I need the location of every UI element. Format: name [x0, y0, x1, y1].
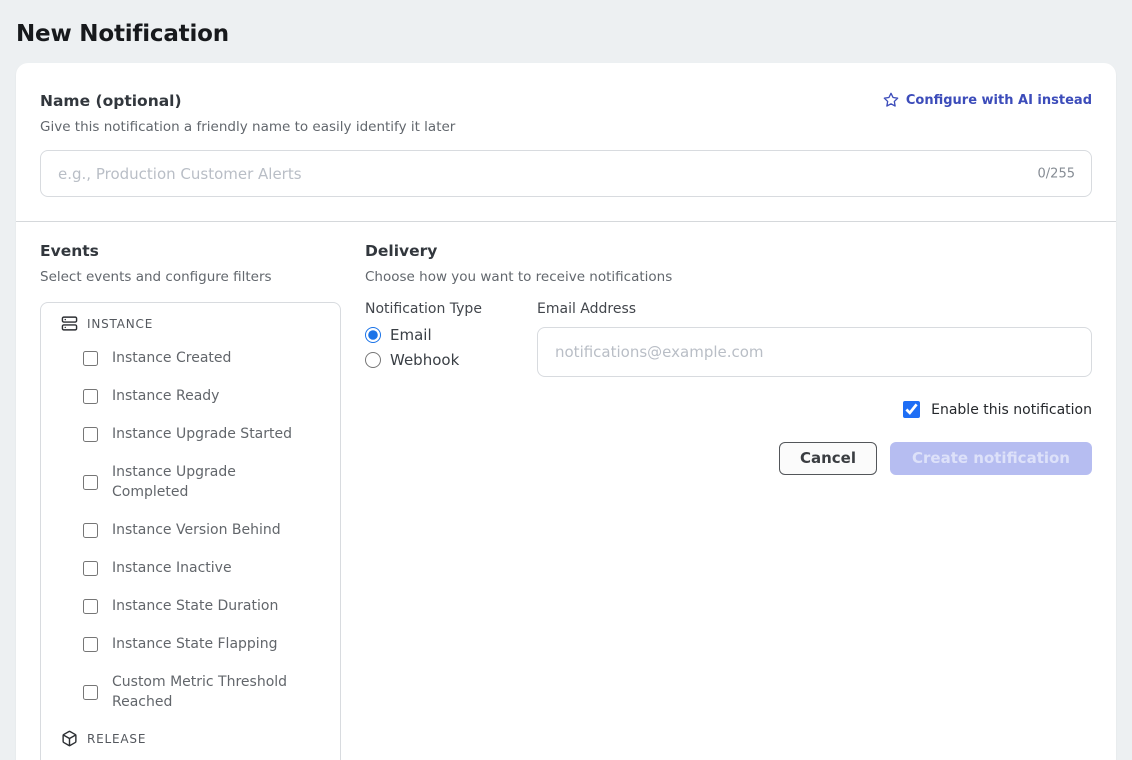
event-checkbox[interactable] [83, 351, 98, 366]
email-input[interactable] [537, 327, 1092, 377]
event-item-instance-version-behind[interactable]: Instance Version Behind [83, 520, 324, 540]
radio-option-webhook[interactable]: Webhook [365, 351, 513, 369]
name-section: Name (optional) Configure with AI instea… [16, 63, 1116, 221]
event-label: Instance Version Behind [112, 520, 281, 540]
create-notification-button[interactable]: Create notification [890, 442, 1092, 475]
event-label: Custom Metric Threshold Reached [112, 672, 297, 712]
notification-form-card: Name (optional) Configure with AI instea… [16, 63, 1116, 760]
event-item-instance-inactive[interactable]: Instance Inactive [83, 558, 324, 578]
webhook-radio-label[interactable]: Webhook [390, 351, 459, 369]
event-item-instance-upgrade-completed[interactable]: Instance Upgrade Completed [83, 462, 324, 502]
enable-notification-checkbox[interactable] [903, 401, 920, 418]
event-group-label: INSTANCE [87, 317, 153, 331]
email-radio-label[interactable]: Email [390, 326, 432, 344]
package-icon [61, 730, 78, 747]
event-label: Instance Upgrade Started [112, 424, 292, 444]
delivery-section: Delivery Choose how you want to receive … [365, 242, 1092, 760]
event-label: Instance Upgrade Completed [112, 462, 297, 502]
event-item-instance-ready[interactable]: Instance Ready [83, 386, 324, 406]
name-input[interactable] [40, 150, 1092, 197]
events-title: Events [40, 242, 341, 260]
event-label: Instance State Duration [112, 596, 278, 616]
events-list: INSTANCE Instance Created Instance Ready… [40, 302, 341, 760]
event-label: Instance Created [112, 348, 231, 368]
notification-type-label: Notification Type [365, 301, 513, 317]
event-label: Instance Ready [112, 386, 219, 406]
configure-with-ai-label: Configure with AI instead [906, 93, 1092, 108]
delivery-subtitle: Choose how you want to receive notificat… [365, 269, 1092, 285]
event-group-label: RELEASE [87, 732, 146, 746]
name-section-description: Give this notification a friendly name t… [40, 119, 1092, 135]
enable-notification-row[interactable]: Enable this notification [365, 401, 1092, 418]
event-item-instance-state-duration[interactable]: Instance State Duration [83, 596, 324, 616]
server-icon [61, 315, 78, 332]
email-address-label: Email Address [537, 301, 1092, 317]
star-icon [883, 92, 899, 108]
event-item-custom-metric-threshold[interactable]: Custom Metric Threshold Reached [83, 672, 324, 712]
event-item-instance-upgrade-started[interactable]: Instance Upgrade Started [83, 424, 324, 444]
event-checkbox[interactable] [83, 427, 98, 442]
email-radio[interactable] [365, 327, 381, 343]
event-checkbox[interactable] [83, 599, 98, 614]
page-title: New Notification [0, 0, 1132, 47]
event-checkbox[interactable] [83, 637, 98, 652]
name-section-title: Name (optional) [40, 92, 182, 110]
event-group-release: RELEASE [61, 730, 324, 747]
event-label: Instance Inactive [112, 558, 232, 578]
event-checkbox[interactable] [83, 523, 98, 538]
events-subtitle: Select events and configure filters [40, 269, 341, 285]
enable-notification-label[interactable]: Enable this notification [931, 402, 1092, 418]
event-item-instance-created[interactable]: Instance Created [83, 348, 324, 368]
event-checkbox[interactable] [83, 561, 98, 576]
configure-with-ai-link[interactable]: Configure with AI instead [883, 92, 1092, 108]
webhook-radio[interactable] [365, 352, 381, 368]
event-checkbox[interactable] [83, 685, 98, 700]
radio-option-email[interactable]: Email [365, 326, 513, 344]
delivery-title: Delivery [365, 242, 1092, 260]
new-notification-page: New Notification Name (optional) Configu… [0, 0, 1132, 760]
event-group-instance: INSTANCE [61, 315, 324, 332]
event-item-instance-state-flapping[interactable]: Instance State Flapping [83, 634, 324, 654]
event-checkbox[interactable] [83, 475, 98, 490]
email-address-group: Email Address [537, 301, 1092, 377]
cancel-button[interactable]: Cancel [779, 442, 877, 475]
notification-type-group: Notification Type Email Webhook [365, 301, 513, 377]
events-section: Events Select events and configure filte… [40, 242, 341, 760]
event-label: Instance State Flapping [112, 634, 277, 654]
event-checkbox[interactable] [83, 389, 98, 404]
